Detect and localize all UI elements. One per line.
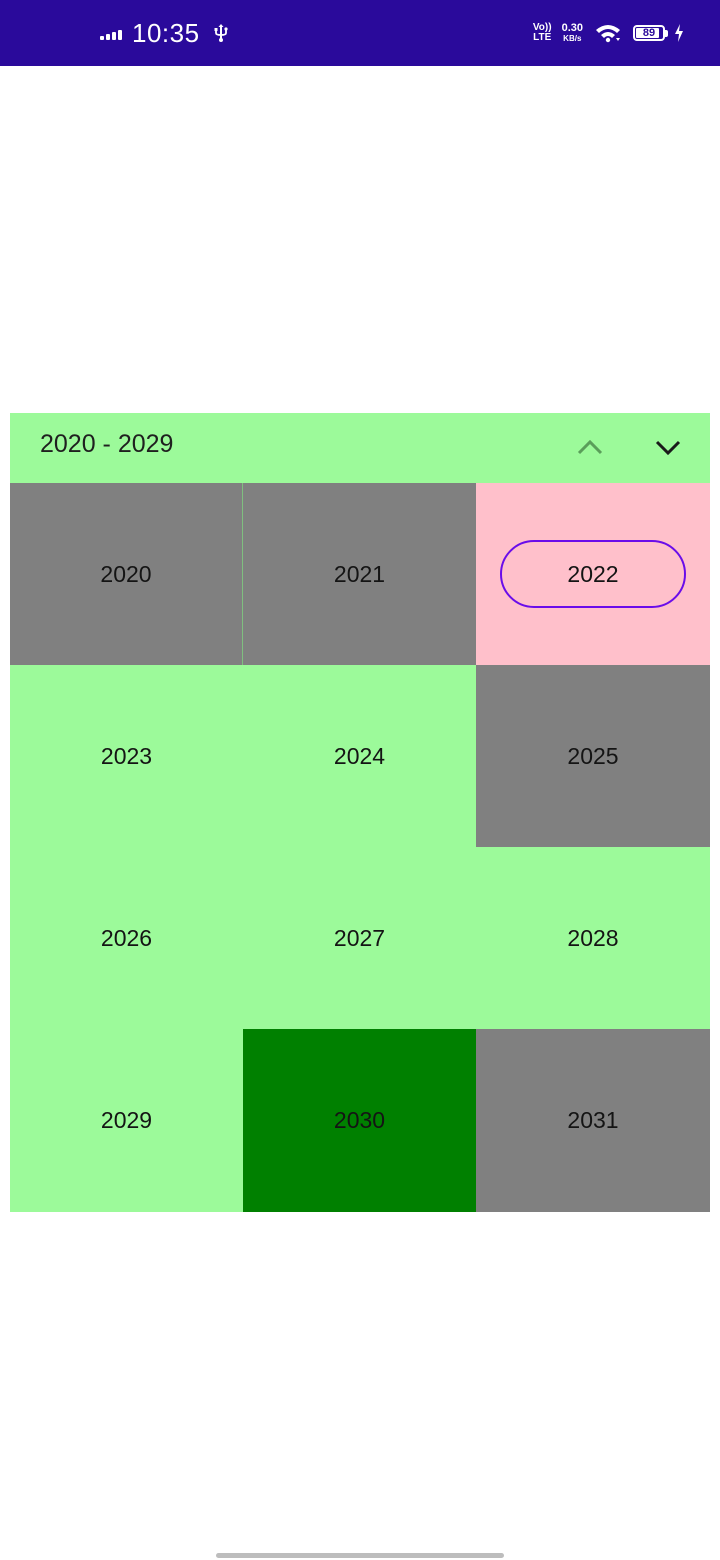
volte-icon: Vo)) LTE xyxy=(532,22,552,43)
year-cell-2024[interactable]: 2024 xyxy=(243,665,476,847)
year-cell-2027[interactable]: 2027 xyxy=(243,847,476,1029)
year-cell-2023[interactable]: 2023 xyxy=(10,665,243,847)
year-cell-2021[interactable]: 2021 xyxy=(243,483,476,665)
year-cell-2031[interactable]: 2031 xyxy=(476,1029,710,1212)
status-bar: 10:35 Vo)) LTE 0.30 KB/s 89 xyxy=(0,0,720,66)
chevron-down-icon xyxy=(655,440,681,456)
clock: 10:35 xyxy=(132,17,200,48)
year-label: 2022 xyxy=(567,560,619,587)
signal-icon xyxy=(100,26,124,40)
status-bar-left: 10:35 xyxy=(100,0,228,66)
year-cell-2022[interactable]: 2022 xyxy=(476,483,710,665)
previous-decade-button[interactable] xyxy=(562,423,618,471)
year-label: 2030 xyxy=(333,1107,386,1133)
network-speed-unit: KB/s xyxy=(563,34,582,43)
year-label: 2021 xyxy=(333,560,386,587)
year-label: 2027 xyxy=(333,924,386,951)
usb-icon xyxy=(214,23,228,43)
year-cell-2026[interactable]: 2026 xyxy=(10,847,243,1029)
status-bar-right: Vo)) LTE 0.30 KB/s 89 xyxy=(533,0,684,66)
year-label: 2026 xyxy=(100,924,153,951)
selected-year-indicator: 2022 xyxy=(500,540,686,608)
battery-icon: 89 xyxy=(633,25,668,41)
gesture-navigation-bar[interactable] xyxy=(216,1553,504,1558)
year-picker: 2020 - 2029 2020 2021 2022 2023 2024 202… xyxy=(10,413,710,1212)
year-label: 2024 xyxy=(333,742,386,769)
network-speed-value: 0.30 xyxy=(561,22,583,34)
year-label: 2031 xyxy=(567,1107,619,1133)
year-label: 2023 xyxy=(100,742,153,769)
year-grid: 2020 2021 2022 2023 2024 2025 2026 2027 … xyxy=(10,483,710,1212)
decade-title[interactable]: 2020 - 2029 xyxy=(40,413,173,475)
year-cell-2020[interactable]: 2020 xyxy=(10,483,243,665)
network-speed: 0.30 KB/s xyxy=(561,22,583,44)
decade-header: 2020 - 2029 xyxy=(10,413,710,483)
year-cell-2029[interactable]: 2029 xyxy=(10,1029,243,1212)
next-decade-button[interactable] xyxy=(640,423,696,471)
year-label: 2025 xyxy=(567,742,619,769)
year-cell-2025[interactable]: 2025 xyxy=(476,665,710,847)
year-label: 2029 xyxy=(100,1107,153,1133)
year-label: 2020 xyxy=(100,560,152,587)
charging-icon xyxy=(674,24,684,42)
battery-level: 89 xyxy=(642,27,656,39)
year-cell-2028[interactable]: 2028 xyxy=(476,847,710,1029)
year-cell-2030[interactable]: 2030 xyxy=(243,1029,476,1212)
chevron-up-icon xyxy=(577,439,603,455)
wifi-icon xyxy=(595,23,621,43)
year-label: 2028 xyxy=(567,924,619,951)
